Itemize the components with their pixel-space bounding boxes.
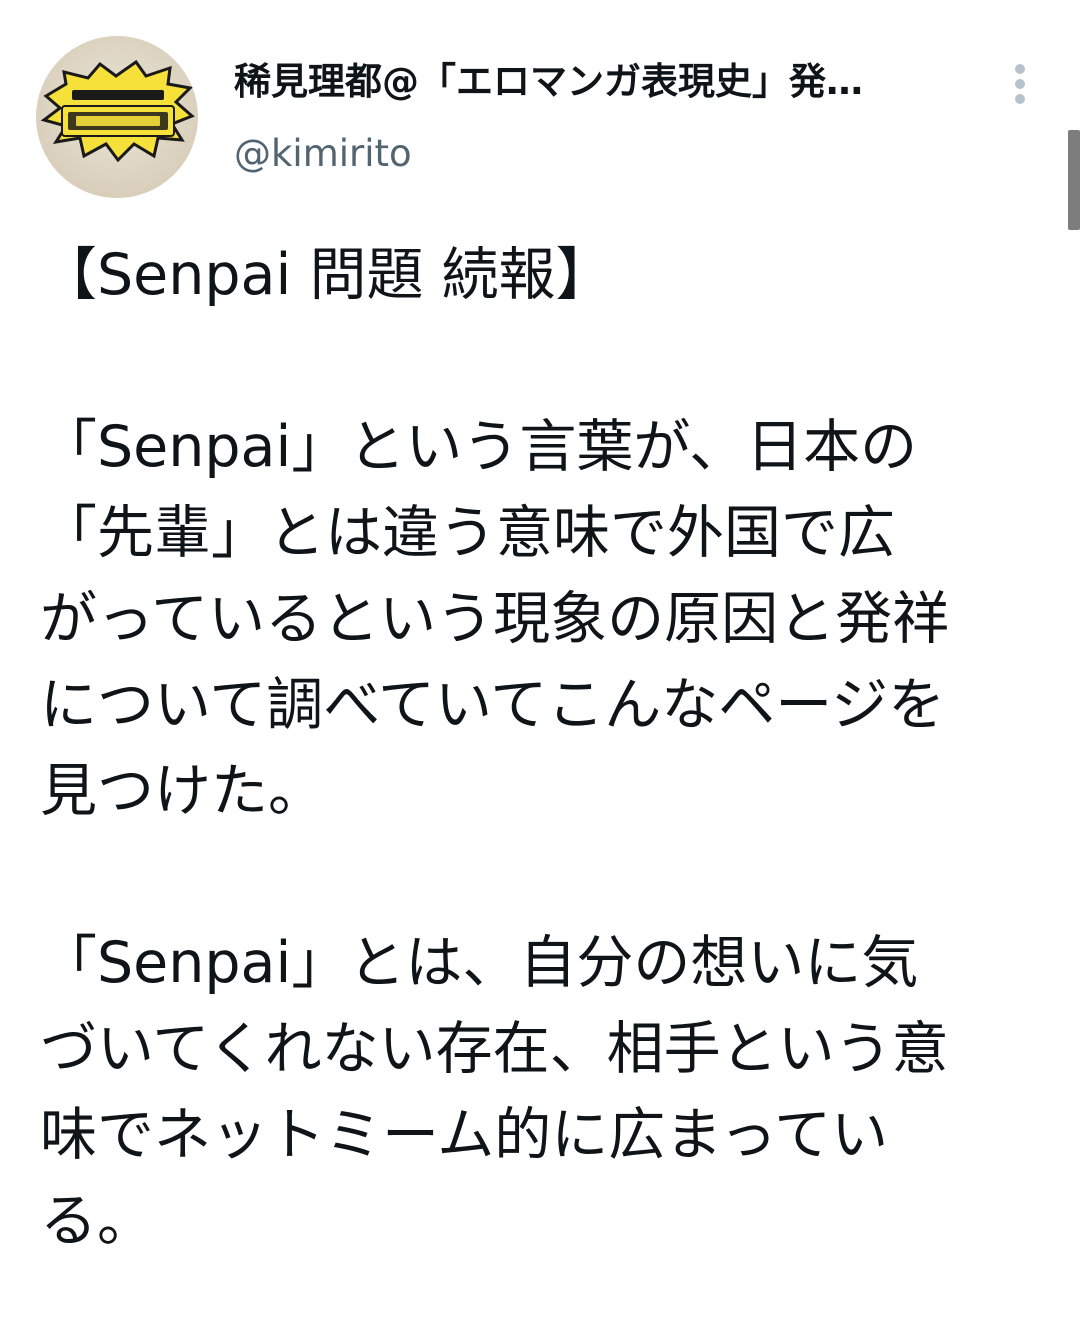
text-line: づいてくれない存在、相手という意 xyxy=(40,1016,949,1082)
text-line: る。 xyxy=(40,1188,154,1254)
text-line: 見つけた。 xyxy=(40,758,325,824)
text-line: がっているという現象の原因と発祥 xyxy=(40,586,950,652)
scrollbar[interactable] xyxy=(1068,130,1080,230)
tweet-text: 【Senpai 問題 続報】 「Senpai」という言葉が、日本の 「先輩」とは… xyxy=(40,232,1070,1264)
text-line: 「Senpai」とは、自分の想いに気 xyxy=(40,930,919,996)
more-button[interactable] xyxy=(998,60,1042,108)
display-name[interactable]: 稀見理都@「エロマンガ表現史」発… xyxy=(234,56,974,108)
tweet-paragraph-1: 「Senpai」という言葉が、日本の 「先輩」とは違う意味で外国で広 がっている… xyxy=(40,404,1070,834)
text-line: について調べていてこんなページを xyxy=(40,672,946,738)
text-line: 「先輩」とは違う意味で外国で広 xyxy=(40,500,895,566)
avatar[interactable] xyxy=(36,36,198,198)
text-line: 「Senpai」という言葉が、日本の xyxy=(40,414,918,480)
tweet-heading: 【Senpai 問題 続報】 xyxy=(40,242,613,308)
text-line: 味でネットミーム的に広まってい xyxy=(40,1102,889,1168)
user-handle[interactable]: @kimirito xyxy=(234,128,412,180)
avatar-image xyxy=(40,59,195,163)
tweet-paragraph-2: 「Senpai」とは、自分の想いに気 づいてくれない存在、相手という意 味でネッ… xyxy=(40,920,1070,1264)
tweet: 稀見理都@「エロマンガ表現史」発… @kimirito 【Senpai 問題 続… xyxy=(0,0,1080,1334)
